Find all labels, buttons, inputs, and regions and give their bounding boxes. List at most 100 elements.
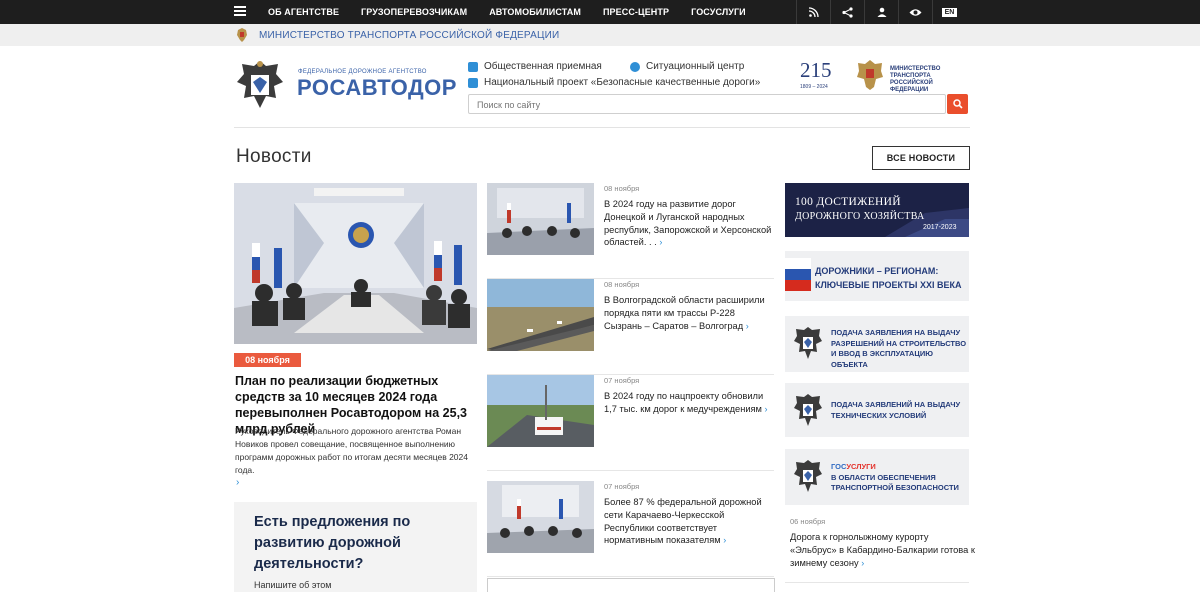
gosuslugi-caption: В ОБЛАСТИ ОБЕСПЕЧЕНИЯ ТРАНСПОРТНОЙ БЕЗОП…	[831, 472, 959, 493]
news-thumbnail[interactable]	[487, 481, 594, 553]
right-news-divider	[785, 582, 969, 583]
suggestion-block: Есть предложения по развитию дорожной де…	[234, 502, 477, 592]
top-nav: ОБ АГЕНТСТВЕ ГРУЗОПЕРЕВОЗЧИКАМ АВТОМОБИЛ…	[268, 0, 746, 24]
header-link-national-project[interactable]: Национальный проект «Безопасные качестве…	[468, 77, 760, 88]
banner-line1: 100 ДОСТИЖЕНИЙ	[795, 196, 901, 208]
suggestion-link[interactable]: Напишите об этом	[254, 580, 331, 590]
rosavtodor-emblem-icon	[794, 460, 822, 492]
search-button[interactable]	[947, 94, 968, 114]
rosavtodor-emblem-icon[interactable]	[234, 58, 286, 112]
banner-technical-conditions[interactable]: ПОДАЧА ЗАЯВЛЕНИЙ НА ВЫДАЧУ ТЕХНИЧЕСКИХ У…	[785, 383, 969, 437]
russia-flag-icon	[785, 258, 811, 291]
menu-icon[interactable]	[234, 6, 246, 16]
news-title[interactable]: Более 87 % федеральной дорожной сети Кар…	[604, 496, 772, 547]
main-news-image[interactable]	[234, 183, 477, 344]
right-news-date: 06 ноября	[790, 517, 826, 526]
banner-gosuslugi-text: ГОСУСЛУГИ В ОБЛАСТИ ОБЕСПЕЧЕНИЯ ТРАНСПОР…	[831, 462, 967, 494]
banner-construction-permits[interactable]: ПОДАЧА ЗАЯВЛЕНИЯ НА ВЫДАЧУ РАЗРЕШЕНИЙ НА…	[785, 316, 969, 372]
banner-gosuslugi-security[interactable]: ГОСУСЛУГИ В ОБЛАСТИ ОБЕСПЕЧЕНИЯ ТРАНСПОР…	[785, 449, 969, 505]
banner-regions-line2: КЛЮЧЕВЫЕ ПРОЕКТЫ XXI ВЕКА	[815, 280, 962, 290]
search-input[interactable]	[469, 96, 945, 114]
ministry-emblem-icon	[237, 28, 247, 42]
gosuslugi-uslugi: УСЛУГИ	[846, 462, 876, 471]
search-icon	[952, 99, 963, 109]
ministry-link[interactable]: МИНИСТЕРСТВО ТРАНСПОРТА РОССИЙСКОЙ ФЕДЕР…	[259, 30, 559, 41]
rosavtodor-emblem-icon	[794, 394, 822, 426]
logo-title[interactable]: РОСАВТОДОР	[297, 75, 457, 101]
ministry-eagle-icon	[857, 60, 883, 90]
news-item[interactable]: 08 ноября В 2024 году на развитие дорог …	[487, 183, 774, 279]
news-title[interactable]: В Волгоградской области расширили порядк…	[604, 294, 772, 332]
share-icon[interactable]	[830, 0, 864, 24]
news-thumbnail[interactable]	[487, 183, 594, 255]
user-icon[interactable]	[864, 0, 898, 24]
news-title-text: Более 87 % федеральной дорожной сети Кар…	[604, 497, 762, 546]
header-divider	[234, 127, 970, 128]
banner-regions[interactable]: ДОРОЖНИКИ – РЕГИОНАМ: КЛЮЧЕВЫЕ ПРОЕКТЫ X…	[785, 251, 969, 301]
search-box	[468, 94, 946, 114]
all-news-button[interactable]: ВСЕ НОВОСТИ	[872, 146, 970, 170]
news-date: 07 ноября	[604, 376, 640, 385]
news-title-text: В 2024 году по нацпроекту обновили 1,7 т…	[604, 391, 764, 414]
news-item[interactable]: 07 ноября В 2024 году по нацпроекту обно…	[487, 375, 774, 471]
anniversary-ministry-text: МИНИСТЕРСТВО ТРАНСПОРТА РОССИЙСКОЙ ФЕДЕР…	[890, 66, 941, 93]
chevron-right-icon: ›	[723, 535, 727, 546]
language-switch[interactable]: EN	[932, 0, 966, 24]
chat-icon	[468, 61, 478, 72]
banner-years: 2017-2023	[923, 224, 957, 231]
subscribe-box[interactable]	[487, 578, 775, 592]
nav-item-press[interactable]: ПРЕСС-ЦЕНТР	[603, 7, 669, 17]
top-icons: EN	[796, 0, 966, 24]
info-icon	[630, 61, 640, 72]
chevron-right-icon: ›	[745, 320, 749, 331]
situation-label: Ситуационный центр	[646, 61, 745, 72]
news-section-title: Новости	[236, 146, 312, 167]
top-bar: ОБ АГЕНТСТВЕ ГРУЗОПЕРЕВОЗЧИКАМ АВТОМОБИЛ…	[0, 0, 1200, 24]
project-label: Национальный проект «Безопасные качестве…	[484, 77, 761, 88]
nav-item-about[interactable]: ОБ АГЕНТСТВЕ	[268, 7, 339, 17]
news-title[interactable]: В 2024 году на развитие дорог Донецкой и…	[604, 198, 772, 249]
news-item[interactable]: 08 ноября В Волгоградской области расшир…	[487, 279, 774, 375]
gosuslugi-gos: ГОС	[831, 462, 847, 471]
news-title[interactable]: В 2024 году по нацпроекту обновили 1,7 т…	[604, 390, 772, 416]
banner-technical-text: ПОДАЧА ЗАЯВЛЕНИЙ НА ВЫДАЧУ ТЕХНИЧЕСКИХ У…	[831, 400, 961, 420]
banner-regions-line1: ДОРОЖНИКИ – РЕГИОНАМ:	[815, 266, 939, 276]
language-label: EN	[941, 7, 958, 17]
nav-item-gosuslugi[interactable]: ГОСУСЛУГИ	[691, 7, 746, 17]
rosavtodor-emblem-icon	[794, 327, 822, 359]
gosuslugi-logo: ГОСУСЛУГИ	[831, 462, 967, 473]
news-date: 08 ноября	[604, 184, 640, 193]
news-thumbnail[interactable]	[487, 279, 594, 351]
main-news-description: Руководитель Федерального дорожного аген…	[235, 426, 468, 475]
anniversary-years: 1809 – 2024	[800, 84, 828, 90]
right-news-title-text: Дорога к горнолыжному курорту «Эльбрус» …	[790, 532, 975, 568]
anniversary-number: 215	[800, 58, 832, 82]
reception-label: Общественная приемная	[484, 61, 602, 72]
banner-construction-text: ПОДАЧА ЗАЯВЛЕНИЯ НА ВЫДАЧУ РАЗРЕШЕНИЙ НА…	[831, 328, 967, 369]
news-item[interactable]: 07 ноября Более 87 % федеральной дорожно…	[487, 481, 774, 577]
chevron-right-icon: ›	[861, 557, 865, 568]
right-news-title[interactable]: Дорога к горнолыжному курорту «Эльбрус» …	[790, 531, 976, 569]
news-thumbnail[interactable]	[487, 375, 594, 447]
anniversary-logo[interactable]: 215 1809 – 2024 МИНИСТЕРСТВО ТРАНСПОРТА …	[798, 58, 970, 94]
header-link-situation-center[interactable]: Ситуационный центр	[630, 61, 744, 72]
document-icon	[468, 77, 478, 88]
news-date: 08 ноября	[604, 280, 640, 289]
banner-100-achievements[interactable]: 100 ДОСТИЖЕНИЙ ДОРОЖНОГО ХОЗЯЙСТВА 2017-…	[785, 183, 969, 237]
rss-icon[interactable]	[796, 0, 830, 24]
news-title-text: В Волгоградской области расширили порядк…	[604, 295, 765, 331]
nav-item-motorists[interactable]: АВТОМОБИЛИСТАМ	[489, 7, 581, 17]
eye-icon[interactable]	[898, 0, 932, 24]
news-date: 07 ноября	[604, 482, 640, 491]
suggestion-headline: Есть предложения по развитию дорожной де…	[254, 514, 411, 572]
chevron-right-icon: ›	[764, 403, 768, 414]
banner-regions-text: ДОРОЖНИКИ – РЕГИОНАМ: КЛЮЧЕВЫЕ ПРОЕКТЫ X…	[815, 264, 962, 292]
nav-item-carriers[interactable]: ГРУЗОПЕРЕВОЗЧИКАМ	[361, 7, 467, 17]
main-news-arrow[interactable]: ›	[236, 477, 239, 488]
header-link-reception[interactable]: Общественная приемная	[468, 61, 602, 72]
ministry-strip: МИНИСТЕРСТВО ТРАНСПОРТА РОССИЙСКОЙ ФЕДЕР…	[0, 24, 1200, 46]
chevron-right-icon: ›	[659, 237, 663, 248]
news-title-text: В 2024 году на развитие дорог Донецкой и…	[604, 199, 772, 248]
main-news-date: 08 ноября	[234, 353, 301, 367]
banner-line2: ДОРОЖНОГО ХОЗЯЙСТВА	[795, 211, 925, 222]
